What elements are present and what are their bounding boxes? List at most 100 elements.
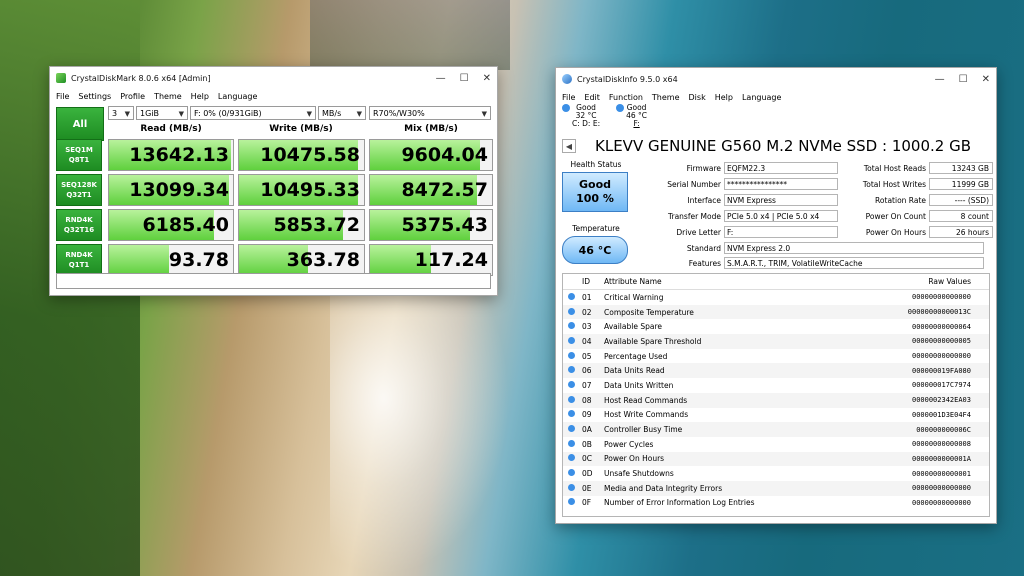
test-name: RND4K (65, 216, 93, 224)
menu-language[interactable]: Language (742, 93, 781, 102)
smart-row[interactable]: 08 Host Read Commands 0000002342EA03 (563, 392, 989, 408)
cdm-results-grid: SEQ1M Q8T1 13642.13 10475.58 9604.04 SEQ128K Q… (56, 139, 493, 279)
raw-value: 000000017C7974 (911, 381, 971, 390)
result-bar (109, 245, 169, 275)
test-name: SEQ128K (61, 181, 97, 189)
menu-settings[interactable]: Settings (78, 92, 111, 101)
mix-value: 9604.04 (401, 144, 488, 166)
smart-row[interactable]: 04 Available Spare Threshold 0000000000000… (563, 334, 989, 349)
maximize-icon[interactable]: ☐ (460, 73, 469, 84)
smart-row[interactable]: 02 Composite Temperature 00000000000013C (563, 304, 989, 320)
mix-result-cell: 9604.04 (369, 139, 493, 171)
smart-row[interactable]: 03 Available Spare 00000000000064 (563, 319, 989, 334)
close-icon[interactable]: ✕ (483, 73, 491, 84)
unit-select[interactable]: MB/s ▼ (318, 106, 366, 120)
smart-row[interactable]: 06 Data Units Read 000000019FA080 (563, 363, 989, 379)
attribute-name: Available Spare (604, 322, 662, 332)
smart-table[interactable]: ID Attribute Name Raw Values 01 Critical … (562, 273, 990, 517)
test-params: Q1T1 (68, 261, 90, 269)
test-row-button[interactable]: RND4K Q1T1 (56, 244, 102, 276)
menu-edit[interactable]: Edit (584, 93, 600, 102)
smart-row[interactable]: 09 Host Write Commands 0000001D3E04F4 (563, 408, 989, 423)
attribute-id: 06 (581, 363, 603, 379)
raw-value: 0000001D3E04F4 (911, 410, 971, 419)
mix-select[interactable]: R70%/W30% ▼ (369, 106, 491, 120)
write-value: 10495.33 (260, 179, 360, 201)
crystaldiskmark-window[interactable]: CrystalDiskMark 8.0.6 x64 [Admin] — ☐ ✕ … (49, 66, 498, 296)
test-count-select[interactable]: 3 ▼ (108, 106, 134, 120)
menu-help[interactable]: Help (191, 92, 209, 101)
smart-row[interactable]: 0F Number of Error Information Log Entrie… (563, 496, 989, 511)
chevron-down-icon: ▼ (124, 110, 130, 118)
menu-language[interactable]: Language (218, 92, 257, 101)
power-on-count-row: Power On Count 8 count (846, 210, 993, 222)
close-icon[interactable]: ✕ (982, 74, 990, 85)
status-dot-icon (568, 351, 575, 359)
menu-disk[interactable]: Disk (689, 93, 706, 102)
write-result-cell: 363.78 (238, 244, 365, 276)
smart-row[interactable]: 0B Power Cycles 00000000000008 (563, 437, 989, 452)
smart-header-row: ID Attribute Name Raw Values (563, 274, 989, 290)
status-dot-icon (562, 104, 570, 112)
health-status-button[interactable]: Good 100 % (562, 172, 628, 212)
smart-row[interactable]: 0E Media and Data Integrity Errors 0000000… (563, 480, 989, 496)
status-dot-icon (568, 292, 575, 300)
minimize-icon[interactable]: — (935, 74, 945, 85)
test-row-button[interactable]: SEQ128K Q32T1 (56, 174, 102, 206)
raw-value: 00000000000064 (911, 322, 971, 331)
smart-row[interactable]: 05 Percentage Used 00000000000000 (563, 349, 989, 364)
smart-row[interactable]: 0C Power On Hours 0000000000001A (563, 451, 989, 467)
write-result-cell: 10495.33 (238, 174, 365, 206)
attribute-id: 0F (582, 498, 592, 508)
read-value: 13099.34 (129, 179, 229, 201)
drive-select[interactable]: F: 0% (0/931GiB) ▼ (190, 106, 316, 120)
cdm-titlebar[interactable]: CrystalDiskMark 8.0.6 x64 [Admin] — ☐ ✕ (50, 67, 497, 89)
attribute-id: 0B (582, 439, 592, 449)
firmware-row: Firmware EQFM22.3 (646, 162, 838, 174)
drive-name: KLEVV GENUINE G560 M.2 NVMe SSD : 1000.2… (595, 137, 971, 155)
smart-row[interactable]: 07 Data Units Written 000000017C7974 (563, 378, 989, 393)
menu-function[interactable]: Function (609, 93, 643, 102)
raw-value: 00000000000000 (911, 498, 971, 507)
raw-value: 0000002342EA03 (853, 392, 989, 408)
status-dot-icon (568, 380, 575, 388)
attribute-id: 02 (581, 304, 603, 320)
attribute-name: Media and Data Integrity Errors (603, 480, 854, 496)
health-caption: Health Status (570, 160, 622, 169)
mix-value: 117.24 (414, 249, 488, 271)
raw-value: 000000000006C (853, 422, 989, 437)
attribute-name: Controller Busy Time (603, 422, 854, 437)
menu-file[interactable]: File (562, 93, 575, 102)
menu-theme[interactable]: Theme (652, 93, 680, 102)
features-row: Features S.M.A.R.T., TRIM, VolatileWriteC… (646, 257, 984, 269)
cdm-comment-field[interactable] (56, 273, 491, 289)
raw-value: 00000000000008 (911, 440, 971, 449)
menu-theme[interactable]: Theme (154, 92, 182, 101)
drive-tab-c[interactable]: Good 32 °C C: D: E: (562, 104, 600, 128)
mix-value: 8472.57 (401, 179, 488, 201)
mix-header: Mix (MB/s) (404, 124, 458, 134)
minimize-icon[interactable]: — (436, 73, 446, 84)
test-name: RND4K (65, 251, 93, 259)
read-result-cell: 93.78 (108, 244, 234, 276)
menu-file[interactable]: File (56, 92, 69, 101)
crystaldiskinfo-window[interactable]: CrystalDiskInfo 9.5.0 x64 — ☐ ✕ File Edi… (555, 67, 997, 524)
id-header: ID (581, 274, 603, 290)
all-button[interactable]: All (56, 107, 104, 141)
cdi-titlebar[interactable]: CrystalDiskInfo 9.5.0 x64 — ☐ ✕ (556, 68, 996, 90)
menu-help[interactable]: Help (715, 93, 733, 102)
test-row-button[interactable]: RND4K Q32T16 (56, 209, 102, 241)
smart-row[interactable]: 0D Unsafe Shutdowns 00000000000001 (563, 466, 989, 481)
maximize-icon[interactable]: ☐ (959, 74, 968, 85)
drive-tab-f[interactable]: Good 46 °C F: (616, 104, 647, 128)
menu-profile[interactable]: Profile (120, 92, 145, 101)
smart-row[interactable]: 0A Controller Busy Time 000000000006C (563, 422, 989, 437)
read-result-cell: 13642.13 (108, 139, 234, 171)
attribute-id: 0A (581, 422, 603, 437)
test-size-select[interactable]: 1GiB ▼ (136, 106, 188, 120)
smart-row[interactable]: 01 Critical Warning 00000000000000 (563, 290, 989, 305)
temperature-badge[interactable]: 46 °C (562, 236, 628, 264)
test-row-button[interactable]: SEQ1M Q8T1 (56, 139, 102, 171)
previous-drive-icon[interactable]: ◀ (562, 139, 576, 153)
read-result-cell: 13099.34 (108, 174, 234, 206)
